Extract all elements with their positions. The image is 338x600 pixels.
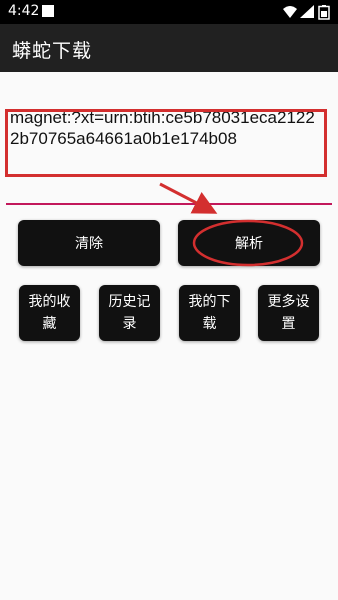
app-bar: 蟒蛇下载	[0, 24, 338, 72]
more-settings-button-label: 更多设置	[267, 294, 310, 332]
clear-button[interactable]: 清除	[18, 220, 160, 266]
app-title: 蟒蛇下载	[12, 40, 93, 62]
favorites-button[interactable]: 我的收藏	[19, 285, 80, 341]
favorites-button-label: 我的收藏	[28, 294, 71, 332]
history-button[interactable]: 历史记录	[99, 285, 160, 341]
downloads-button[interactable]: 我的下载	[179, 285, 240, 341]
battery-icon	[318, 5, 330, 20]
clear-button-label: 清除	[75, 236, 103, 252]
parse-button[interactable]: 解析	[178, 220, 320, 266]
annotation-rectangle	[5, 109, 327, 177]
downloads-button-label: 我的下载	[188, 294, 231, 332]
parse-button-label: 解析	[235, 236, 263, 252]
status-time: 4:42	[8, 3, 40, 19]
history-button-label: 历史记录	[108, 294, 151, 332]
more-settings-button[interactable]: 更多设置	[258, 285, 319, 341]
input-underline	[6, 203, 332, 205]
notification-square-icon	[42, 5, 54, 17]
cell-signal-icon	[300, 5, 314, 18]
status-bar: 4:42	[0, 0, 338, 24]
status-icons	[283, 5, 330, 20]
wifi-icon	[283, 6, 297, 18]
